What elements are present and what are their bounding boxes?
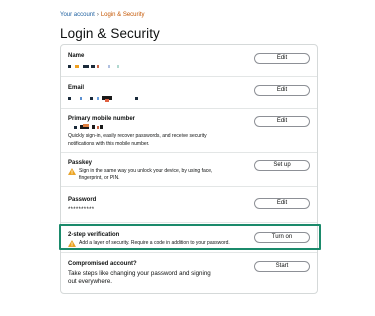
breadcrumb-current: Login & Security <box>100 12 145 18</box>
email-row: Email Edit <box>61 77 317 109</box>
mobile-value-redacted <box>68 124 118 130</box>
email-label: Email <box>68 85 85 91</box>
password-row: Password ********** Edit <box>61 187 317 223</box>
passkey-row: Passkey Sign in the same way you unlock … <box>61 153 317 187</box>
password-edit-button[interactable]: Edit <box>254 198 310 209</box>
breadcrumb-your-account-link[interactable]: Your account <box>60 12 95 18</box>
name-value-redacted <box>68 65 128 69</box>
name-label: Name <box>68 53 85 59</box>
mobile-description: Quickly sign-in, easily recover password… <box>68 133 207 147</box>
password-value: ********** <box>68 207 95 213</box>
passkey-warning: Sign in the same way you unlock your dev… <box>68 168 233 181</box>
mobile-row: Primary mobile number Quickly sign-in, e… <box>61 109 317 153</box>
login-security-card: Name Edit Email Edit Primary mobile numb… <box>60 44 318 294</box>
compromised-row: Compromised account? Take steps like cha… <box>61 253 317 295</box>
name-edit-button[interactable]: Edit <box>254 53 310 64</box>
passkey-setup-button[interactable]: Set up <box>254 160 310 171</box>
password-label: Password <box>68 197 97 203</box>
compromised-description: Take steps like changing your password a… <box>68 270 211 286</box>
page-title: Login & Security <box>60 26 160 41</box>
passkey-warning-text: Sign in the same way you unlock your dev… <box>79 168 213 181</box>
breadcrumb-separator: › <box>96 12 99 18</box>
mobile-label: Primary mobile number <box>68 116 136 122</box>
name-row: Name Edit <box>61 45 317 77</box>
two-step-highlight-box <box>59 224 321 250</box>
email-value-redacted <box>68 96 148 102</box>
email-edit-button[interactable]: Edit <box>254 85 310 96</box>
breadcrumb: Your account › Login & Security <box>60 12 145 18</box>
compromised-start-button[interactable]: Start <box>254 261 310 272</box>
warning-triangle-icon <box>68 168 76 175</box>
compromised-label: Compromised account? <box>68 261 137 267</box>
mobile-edit-button[interactable]: Edit <box>254 116 310 127</box>
passkey-label: Passkey <box>68 160 93 166</box>
